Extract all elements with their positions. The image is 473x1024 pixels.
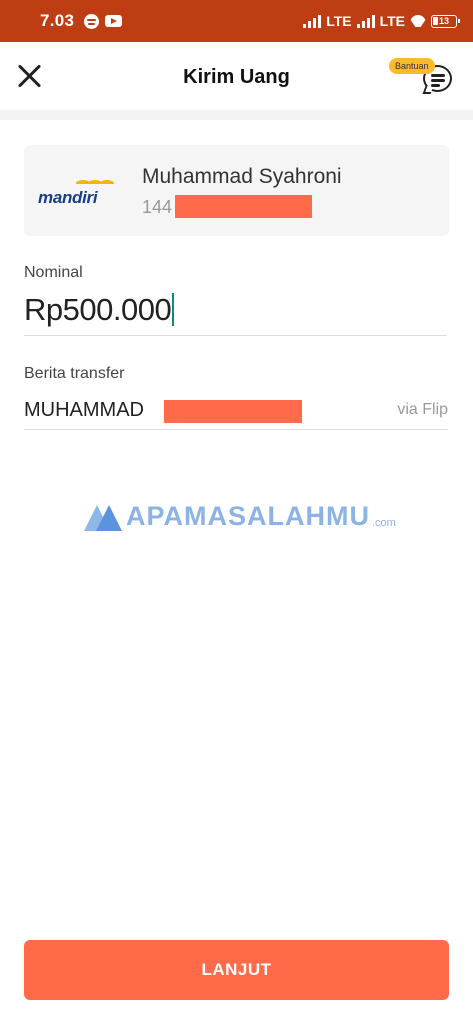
watermark-logo-icon [84,501,122,531]
message-label: Berita transfer [24,365,125,382]
app-header: Kirim Uang Bantuan [0,42,473,110]
text-caret [172,293,175,326]
battery-level: 13 [438,16,449,26]
status-time: 7.03 [40,11,75,30]
battery-icon: 13 [431,14,460,28]
youtube-icon [105,15,123,27]
header-divider [0,110,473,120]
notification-icons [84,13,123,29]
nominal-label: Nominal [24,264,83,281]
nominal-input[interactable]: Rp500.000 [24,290,447,336]
signal-icon-2 [356,14,375,28]
status-bar: 7.03 LTE LTE 13 [0,0,473,42]
redaction-block [175,195,312,218]
signal-icon [303,14,322,28]
watermark: APAMASALAHMU .com [84,497,396,531]
network-type-1: LTE [326,13,352,29]
message-value: MUHAMMAD [24,399,144,421]
message-suffix: via Flip [397,401,448,418]
wifi-icon [410,15,426,27]
help-badge[interactable]: Bantuan [389,58,435,74]
watermark-suffix: .com [371,517,396,529]
bank-name: mandiri [38,188,98,207]
watermark-text: APAMASALAHMU [126,501,370,531]
message-input[interactable]: MUHAMMAD via Flip [24,395,448,430]
spotify-icon [84,13,100,29]
recipient-name: Muhammad Syahroni [142,165,342,188]
account-number: 144 [142,197,173,217]
nominal-value: Rp500.000 [24,292,172,327]
redaction-block [164,400,302,423]
status-right: LTE LTE 13 [303,13,460,29]
continue-button[interactable]: LANJUT [24,940,449,1000]
network-type-2: LTE [379,13,405,29]
bank-logo: mandiri [38,180,118,207]
recipient-card: mandiri Muhammad Syahroni 144 [24,145,449,236]
